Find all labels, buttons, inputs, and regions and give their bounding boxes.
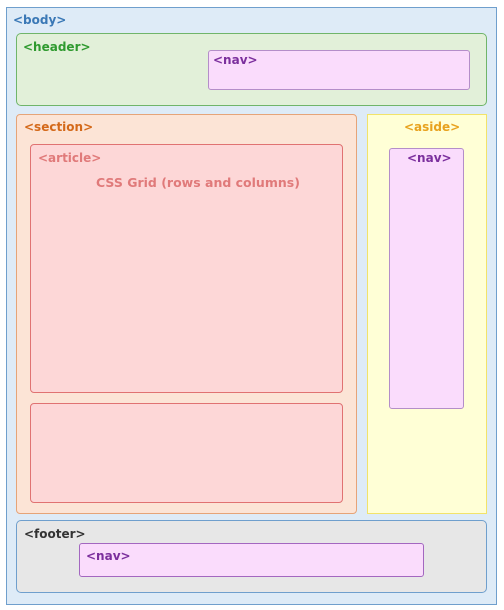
footer-nav-label: <nav> [86,549,131,563]
article-label: <article> [38,151,102,165]
body-label: <body> [13,13,67,27]
aside-nav-region [389,148,464,409]
aside-nav-label: <nav> [407,151,452,165]
header-label: <header> [23,40,91,54]
section-label: <section> [24,120,94,134]
article-description: CSS Grid (rows and columns) [96,175,300,190]
footer-nav-region [79,543,424,577]
footer-label: <footer> [24,527,86,541]
aside-label: <aside> [404,120,461,134]
header-nav-label: <nav> [213,53,258,67]
second-article-region [30,403,343,503]
